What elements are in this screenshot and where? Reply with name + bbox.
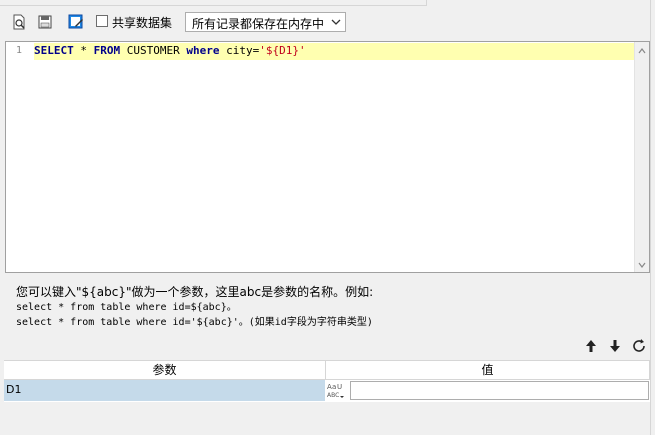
scroll-down-icon[interactable] bbox=[637, 259, 647, 269]
svg-text:ABC: ABC bbox=[327, 392, 339, 399]
svg-text:a: a bbox=[332, 383, 336, 391]
table-row[interactable]: D1 A a U ABC bbox=[4, 380, 651, 402]
keyword-where: where bbox=[186, 44, 220, 57]
svg-text:U: U bbox=[337, 383, 342, 391]
code-line[interactable]: SELECT * FROM CUSTOMER where city='${D1}… bbox=[34, 44, 306, 58]
toolbar: 共享数据集 所有记录都保存在内存中 bbox=[0, 10, 655, 36]
storage-mode-value: 所有记录都保存在内存中 bbox=[192, 17, 325, 31]
keyword-from: FROM bbox=[93, 44, 121, 57]
preview-icon[interactable] bbox=[11, 14, 27, 30]
share-dataset-checkbox[interactable] bbox=[96, 15, 108, 27]
token-condition: city= bbox=[219, 44, 260, 57]
line-number: 1 bbox=[15, 45, 22, 56]
editor-scrollbar[interactable] bbox=[634, 42, 649, 272]
param-table: 参数 值 D1 A a U ABC bbox=[4, 360, 651, 435]
param-value-input[interactable] bbox=[350, 381, 649, 400]
text-type-icon[interactable]: A a U ABC bbox=[326, 381, 348, 401]
share-dataset-label: 共享数据集 bbox=[112, 16, 173, 30]
sql-editor[interactable]: 1 SELECT * FROM CUSTOMER where city='${D… bbox=[5, 41, 650, 273]
refresh-icon[interactable] bbox=[631, 338, 647, 354]
storage-mode-select[interactable]: 所有记录都保存在内存中 bbox=[185, 12, 346, 32]
window-right-edge bbox=[650, 0, 655, 435]
hint-line-1: 您可以键入"${abc}"做为一个参数，这里abc是参数的名称。例如: bbox=[16, 285, 374, 299]
param-name-cell[interactable]: D1 bbox=[4, 380, 325, 401]
keyword-select: SELECT bbox=[34, 44, 74, 57]
hint-line-3: select * from table where id='${abc}'。(如… bbox=[16, 317, 373, 328]
token-star: * bbox=[73, 44, 94, 57]
param-table-header: 参数 值 bbox=[4, 360, 651, 380]
chevron-down-icon bbox=[330, 16, 342, 28]
edit-icon[interactable] bbox=[68, 14, 84, 30]
column-header-param[interactable]: 参数 bbox=[4, 361, 325, 379]
save-icon[interactable] bbox=[37, 14, 53, 30]
token-param-string: '${D1}' bbox=[259, 44, 306, 57]
column-header-value[interactable]: 值 bbox=[326, 361, 649, 379]
move-down-icon[interactable] bbox=[607, 338, 623, 354]
scroll-up-icon[interactable] bbox=[637, 45, 647, 55]
param-hint: 您可以键入"${abc}"做为一个参数，这里abc是参数的名称。例如: sele… bbox=[16, 284, 373, 330]
line-gutter: 1 bbox=[6, 42, 34, 272]
move-up-icon[interactable] bbox=[583, 338, 599, 354]
top-tab-edge bbox=[0, 0, 427, 6]
hint-line-2: select * from table where id=${abc}。 bbox=[16, 302, 237, 313]
token-table: CUSTOMER bbox=[120, 44, 187, 57]
